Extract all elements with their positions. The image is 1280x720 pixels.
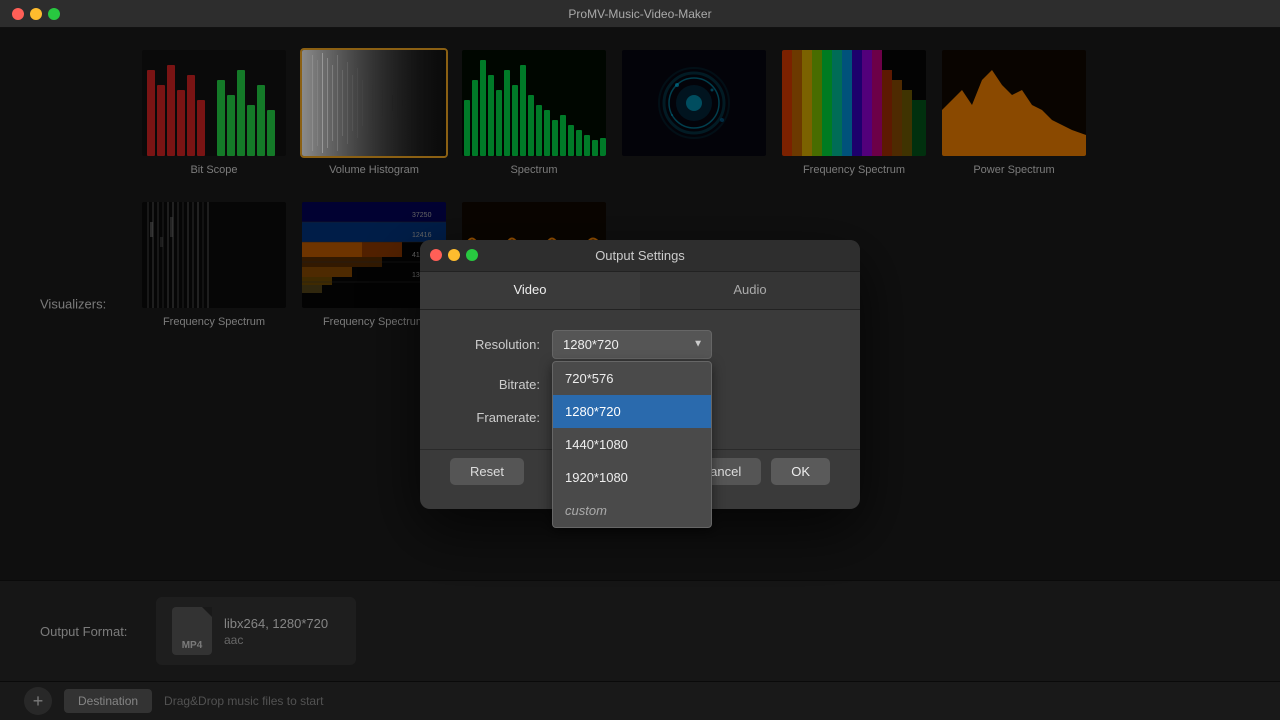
minimize-button[interactable] <box>30 8 42 20</box>
resolution-dropdown-list: 720*576 1280*720 1440*1080 1920*1080 cus… <box>552 361 712 528</box>
resolution-option-1920[interactable]: 1920*1080 <box>553 461 711 494</box>
framerate-label: Framerate: <box>450 410 540 425</box>
modal-title: Output Settings <box>595 248 685 263</box>
titlebar: ProMV-Music-Video-Maker <box>0 0 1280 28</box>
close-button[interactable] <box>12 8 24 20</box>
ok-button[interactable]: OK <box>771 458 830 485</box>
modal-close-button[interactable] <box>430 249 442 261</box>
form-grid: Resolution: 1280*720 ▼ 720*576 1280*720 … <box>420 310 860 445</box>
chevron-down-icon: ▼ <box>693 339 703 350</box>
modal-traffic-lights <box>430 249 478 261</box>
resolution-control: 1280*720 ▼ 720*576 1280*720 1440*1080 19… <box>552 330 830 359</box>
tab-video[interactable]: Video <box>420 272 640 309</box>
modal-body: Video Audio Resolution: 1280*720 ▼ 7 <box>420 272 860 509</box>
resolution-option-1280[interactable]: 1280*720 <box>553 395 711 428</box>
resolution-dropdown[interactable]: 1280*720 ▼ <box>552 330 712 359</box>
resolution-label: Resolution: <box>450 337 540 352</box>
modal-titlebar: Output Settings <box>420 240 860 272</box>
modal-overlay: Output Settings Video Audio Resolution: … <box>0 28 1280 720</box>
modal-tabs: Video Audio <box>420 272 860 310</box>
modal-maximize-button[interactable] <box>466 249 478 261</box>
resolution-value: 1280*720 <box>563 337 619 352</box>
bitrate-label: Bitrate: <box>450 377 540 392</box>
tab-audio[interactable]: Audio <box>640 272 860 309</box>
maximize-button[interactable] <box>48 8 60 20</box>
app-title: ProMV-Music-Video-Maker <box>568 7 711 21</box>
reset-button[interactable]: Reset <box>450 458 524 485</box>
resolution-option-1440[interactable]: 1440*1080 <box>553 428 711 461</box>
modal-minimize-button[interactable] <box>448 249 460 261</box>
resolution-option-720[interactable]: 720*576 <box>553 362 711 395</box>
traffic-lights <box>12 8 60 20</box>
resolution-row: Resolution: 1280*720 ▼ 720*576 1280*720 … <box>450 330 830 359</box>
resolution-option-custom[interactable]: custom <box>553 494 711 527</box>
output-settings-modal: Output Settings Video Audio Resolution: … <box>420 240 860 509</box>
